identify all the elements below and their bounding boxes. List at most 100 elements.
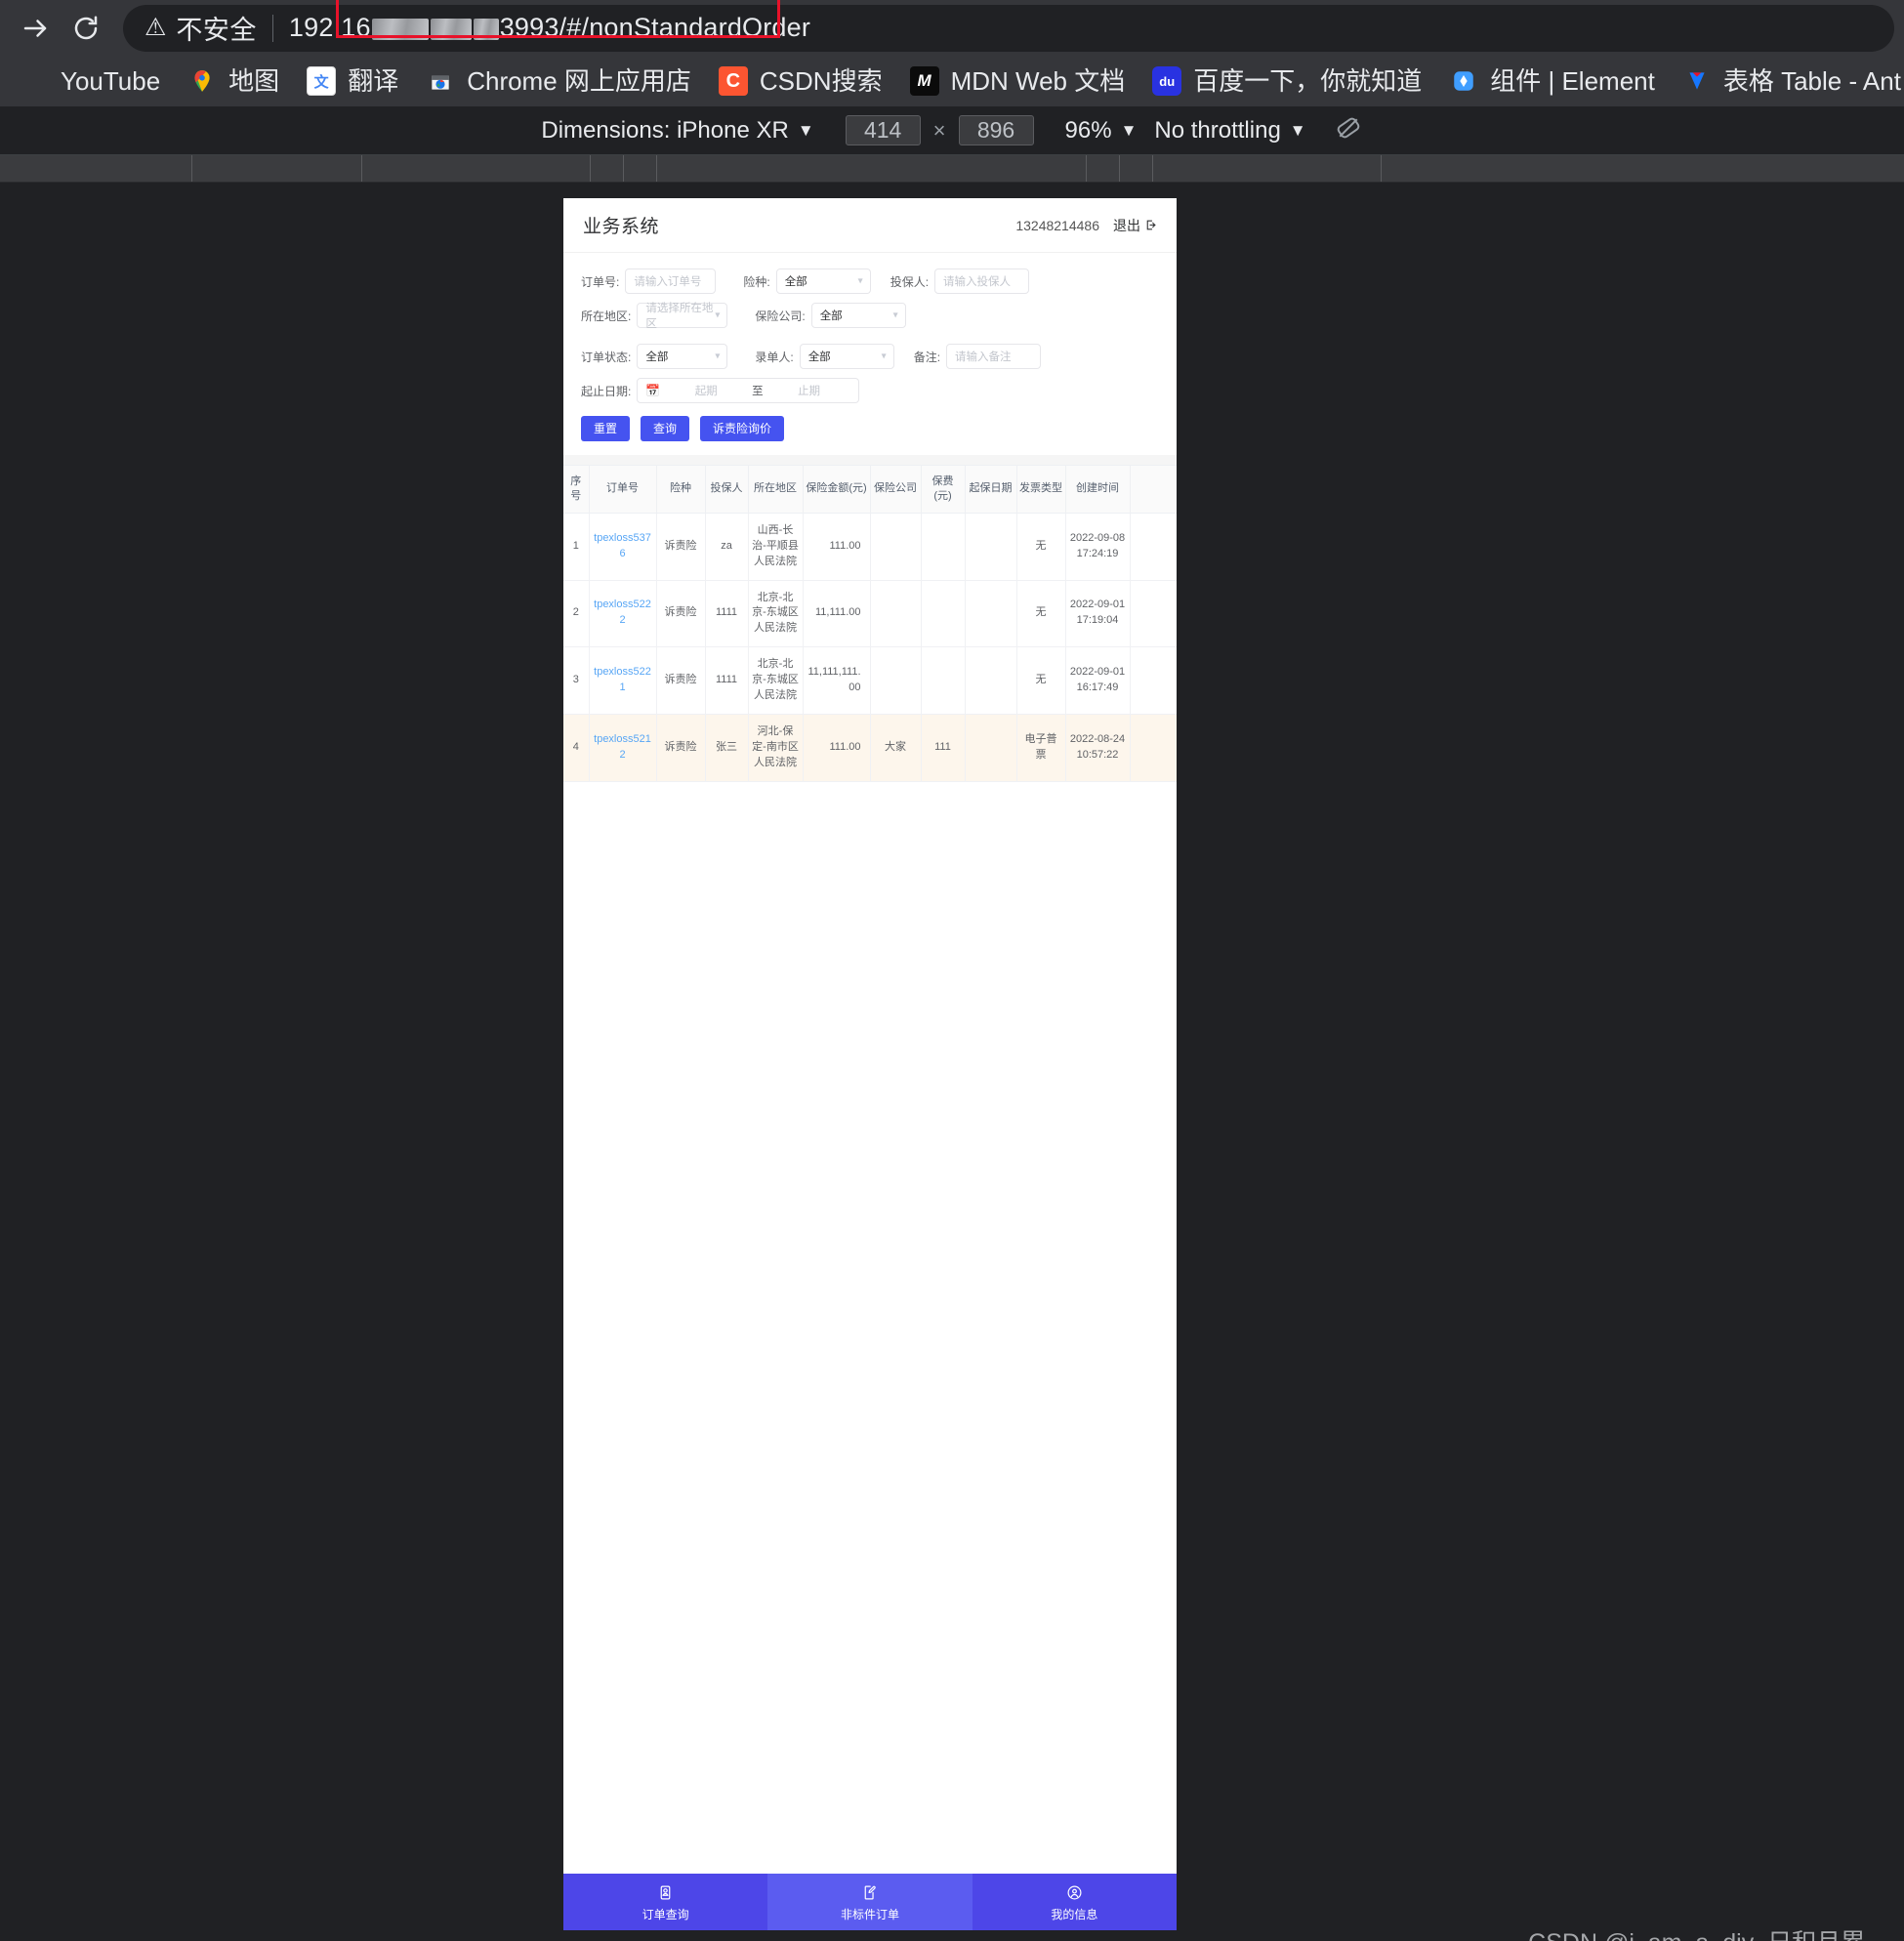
order-search-icon <box>657 1884 674 1905</box>
cell-spacer <box>1130 646 1177 716</box>
cell-created-at: 2022-09-01 17:19:04 <box>1065 580 1131 648</box>
bookmark-label: 百度一下，你就知道 <box>1193 66 1423 96</box>
insurance-type-select[interactable]: 全部 ▾ <box>775 268 871 294</box>
col-start-date: 起保日期 <box>965 465 1017 514</box>
date-range-separator: 至 <box>752 386 764 397</box>
col-policyholder: 投保人 <box>705 465 749 514</box>
forward-button[interactable] <box>10 3 61 54</box>
cell-created-at: 2022-08-24 10:57:22 <box>1065 714 1131 782</box>
cell-insurer <box>870 646 922 716</box>
chevron-down-icon[interactable]: ▼ <box>798 121 814 141</box>
reset-button[interactable]: 重置 <box>581 416 631 441</box>
policyholder-input[interactable]: 请输入投保人 <box>934 268 1030 294</box>
bookmark-translate[interactable]: 文 翻译 <box>293 62 412 101</box>
cell-premium <box>921 646 966 716</box>
chrome-web-store-icon <box>426 66 455 96</box>
bookmark-youtube[interactable]: YouTube <box>6 62 174 101</box>
cell-invoice-type: 电子普票 <box>1016 714 1066 782</box>
region-select[interactable]: 请选择所在地区 ▾ <box>637 303 728 330</box>
table-row[interactable]: 1 tpexloss5376 诉责险 za 山西-长治-平顺县人民法院 111.… <box>563 513 1177 581</box>
chevron-down-icon[interactable]: ▼ <box>1121 121 1138 141</box>
filter-row-2: 所在地区: 请选择所在地区 ▾ 保险公司: 全部 ▾ <box>581 303 1159 330</box>
tab-my-info[interactable]: 我的信息 <box>972 1874 1177 1930</box>
mobile-viewport: 业务系统 13248214486 退出 订单号: 请输入订单号 险种: 全部 ▾… <box>563 198 1177 1930</box>
query-button[interactable]: 查询 <box>641 416 690 441</box>
cell-amount: 111.00 <box>803 513 871 581</box>
search-filter-card: 订单号: 请输入订单号 险种: 全部 ▾ 投保人: 请输入投保人 所在地区: 请… <box>563 253 1177 455</box>
viewport-height-input[interactable]: 896 <box>958 115 1034 145</box>
cell-policyholder: za <box>705 513 749 581</box>
url-suffix: 3993/#/nonStandardOrder <box>499 13 811 42</box>
order-link[interactable]: tpexloss5212 <box>594 733 651 761</box>
field-label: 订单号: <box>581 274 620 289</box>
device-preset-label[interactable]: Dimensions: iPhone XR <box>541 117 788 145</box>
reload-icon <box>74 16 98 39</box>
insurer-select[interactable]: 全部 ▾ <box>810 303 906 328</box>
select-placeholder: 请选择所在地区 <box>645 303 714 330</box>
rotate-glyph <box>1337 117 1359 139</box>
order-status-select[interactable]: 全部 ▾ <box>637 344 728 369</box>
rotate-device-icon[interactable] <box>1334 113 1363 147</box>
table-row[interactable]: 2 tpexloss5222 诉责险 1111 北京-北京-东城区人民法院 11… <box>563 580 1177 648</box>
viewport-width-input[interactable]: 414 <box>845 115 921 145</box>
bookmark-element[interactable]: 组件 | Element <box>1435 62 1669 101</box>
cell-created-at: 2022-09-01 16:17:49 <box>1065 646 1131 716</box>
user-profile-icon <box>1066 1884 1083 1905</box>
remark-input[interactable]: 请输入备注 <box>946 344 1042 369</box>
date-start-placeholder: 起期 <box>694 386 718 397</box>
csdn-glyph: C <box>725 69 741 92</box>
app-header-right: 13248214486 退出 <box>1015 216 1157 235</box>
order-link[interactable]: tpexloss5222 <box>594 599 651 626</box>
bookmark-label: 表格 Table - Ant D.. <box>1722 66 1904 96</box>
cell-created-at: 2022-09-08 17:24:19 <box>1065 513 1131 581</box>
bookmark-antd[interactable]: 表格 Table - Ant D.. <box>1669 62 1904 101</box>
quote-button[interactable]: 诉责险询价 <box>700 416 785 441</box>
order-link[interactable]: tpexloss5376 <box>594 532 651 559</box>
orders-table-card: 序号 订单号 险种 投保人 所在地区 保险金额(元) 保险公司 保费(元) 起保… <box>563 465 1177 782</box>
order-no-input[interactable]: 请输入订单号 <box>625 268 717 294</box>
bookmark-csdn[interactable]: C CSDN搜索 <box>705 62 896 101</box>
bookmark-label: 翻译 <box>348 66 399 96</box>
cell-type: 诉责险 <box>656 714 706 782</box>
operator-select[interactable]: 全部 ▾ <box>799 344 894 369</box>
watermark: CSDN @i_am_a_div_日积月累_ <box>1528 1923 1879 1941</box>
date-range-picker[interactable]: 📅 起期 至 止期 <box>637 378 860 403</box>
table-row[interactable]: 3 tpexloss5221 诉责险 1111 北京-北京-东城区人民法院 11… <box>563 646 1177 716</box>
field-label: 订单状态: <box>581 350 632 364</box>
logout-label: 退出 <box>1113 217 1140 233</box>
address-bar[interactable]: ⚠ 不安全 192.16 3993/#/nonStandardOrder <box>123 0 1894 52</box>
bookmark-label: Chrome 网上应用店 <box>467 66 691 96</box>
baidu-icon: du <box>1152 66 1182 96</box>
chevron-down-icon[interactable]: ▼ <box>1290 121 1306 141</box>
bookmark-baidu[interactable]: du 百度一下，你就知道 <box>1138 62 1435 101</box>
table-row[interactable]: 4 tpexloss5212 诉责险 张三 河北-保定-南市区人民法院 111.… <box>563 714 1177 782</box>
cell-policyholder: 张三 <box>705 714 749 782</box>
throttling-label[interactable]: No throttling <box>1154 117 1280 145</box>
youtube-icon <box>20 66 49 96</box>
bookmark-label: CSDN搜索 <box>759 66 883 96</box>
user-circle-glyph <box>1067 1885 1082 1899</box>
bookmark-mdn[interactable]: M MDN Web 文档 <box>896 62 1139 101</box>
dimension-separator: × <box>932 117 946 143</box>
field-label: 保险公司: <box>755 309 806 323</box>
url-prefix: 192.16 <box>288 13 371 42</box>
cell-amount: 11,111,111.00 <box>803 646 871 716</box>
filter-row-4: 起止日期: 📅 起期 至 止期 <box>581 378 1159 403</box>
order-search-glyph <box>660 1885 671 1899</box>
bookmark-maps[interactable]: 地图 <box>174 62 293 101</box>
tab-order-query[interactable]: 订单查询 <box>563 1874 768 1930</box>
order-link[interactable]: tpexloss5221 <box>594 666 651 693</box>
tab-nonstandard-order[interactable]: 非标件订单 <box>767 1874 973 1930</box>
reload-button[interactable] <box>61 3 111 54</box>
cell-order-no: tpexloss5376 <box>589 513 657 581</box>
logout-button[interactable]: 退出 <box>1113 216 1157 235</box>
map-pin-glyph <box>194 70 210 92</box>
chevron-down-icon: ▾ <box>881 351 887 362</box>
url-text: 192.16 3993/#/nonStandardOrder <box>289 13 810 43</box>
cell-amount: 11,111.00 <box>803 580 871 648</box>
mdn-icon: M <box>909 66 939 96</box>
zoom-level-label[interactable]: 96% <box>1065 117 1112 145</box>
bookmark-chrome-web-store[interactable]: Chrome 网上应用店 <box>412 62 705 101</box>
mdn-glyph: M <box>917 71 931 90</box>
element-ui-icon <box>1449 66 1478 96</box>
